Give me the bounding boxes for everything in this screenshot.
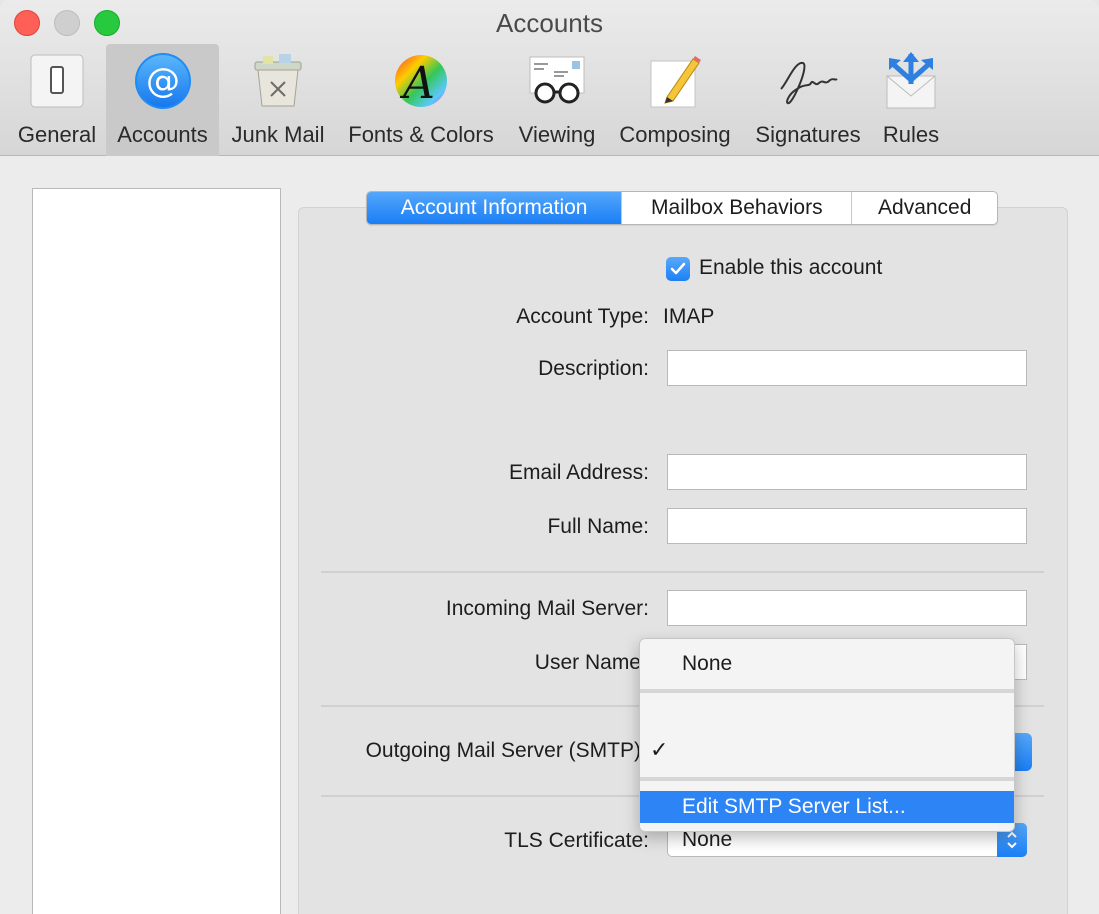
toolbar-label: Fonts & Colors xyxy=(348,122,494,147)
enable-account-checkbox[interactable] xyxy=(666,257,690,281)
toolbar-label: Junk Mail xyxy=(231,122,325,147)
tab-mailbox-behaviors[interactable]: Mailbox Behaviors xyxy=(622,192,853,224)
toolbar-item-signatures[interactable]: Signatures xyxy=(748,44,868,156)
toolbar-label: General xyxy=(17,122,97,147)
window-title: Accounts xyxy=(496,8,603,38)
user-name-label: User Name xyxy=(534,651,641,674)
toolbar-item-fonts-colors[interactable]: A Fonts & Colors xyxy=(340,44,502,156)
email-address-field[interactable] xyxy=(667,454,1027,490)
account-list[interactable] xyxy=(32,188,281,914)
tab-advanced[interactable]: Advanced xyxy=(852,192,997,224)
tls-certificate-label: TLS Certificate: xyxy=(504,829,649,852)
toolbar-label: Accounts xyxy=(117,122,208,147)
checkmark-icon xyxy=(670,262,686,275)
enable-account-label: Enable this account xyxy=(699,256,883,279)
tab-account-information[interactable]: Account Information xyxy=(367,192,623,224)
account-type-label: Account Type: xyxy=(516,305,649,328)
menu-separator xyxy=(640,689,1014,693)
toolbar-label: Signatures xyxy=(755,122,861,147)
svg-text:A: A xyxy=(399,58,435,109)
preferences-window: Accounts General @ Accounts Junk Mail A … xyxy=(0,0,1099,914)
toolbar-item-accounts[interactable]: @ Accounts xyxy=(106,44,219,156)
menu-item-none[interactable]: None xyxy=(640,648,1014,680)
menu-item-edit-smtp-list[interactable]: Edit SMTP Server List... xyxy=(640,791,1014,823)
smtp-server-menu: None ✓ Edit SMTP Server List... xyxy=(639,638,1015,832)
composing-icon xyxy=(640,50,710,112)
description-field[interactable] xyxy=(667,350,1027,386)
toolbar-item-general[interactable]: General xyxy=(14,44,100,156)
account-type-value: IMAP xyxy=(663,305,715,328)
viewing-icon xyxy=(522,50,592,112)
toolbar-item-rules[interactable]: Rules xyxy=(876,44,946,156)
toolbar-label: Rules xyxy=(882,122,940,147)
tab-bar: Account Information Mailbox Behaviors Ad… xyxy=(366,191,998,225)
incoming-server-label: Incoming Mail Server: xyxy=(445,597,649,620)
svg-text:@: @ xyxy=(146,61,180,101)
toolbar-item-composing[interactable]: Composing xyxy=(612,44,738,156)
full-name-label: Full Name: xyxy=(547,515,649,538)
outgoing-server-popup-stepper[interactable] xyxy=(1012,733,1032,771)
email-address-label: Email Address: xyxy=(508,461,649,484)
toolbar: Accounts General @ Accounts Junk Mail A … xyxy=(0,0,1099,156)
checkmark-icon: ✓ xyxy=(650,737,669,762)
outgoing-server-label: Outgoing Mail Server (SMTP) xyxy=(365,739,641,762)
toolbar-label: Viewing xyxy=(518,122,596,147)
rules-icon xyxy=(876,50,946,112)
fonts-colors-icon: A xyxy=(386,50,456,112)
toolbar-item-viewing[interactable]: Viewing xyxy=(512,44,602,156)
toolbar-item-junk-mail[interactable]: Junk Mail xyxy=(226,44,330,156)
divider xyxy=(321,571,1044,573)
general-icon xyxy=(22,50,92,112)
signatures-icon xyxy=(773,50,843,112)
toolbar-label: Composing xyxy=(619,122,731,147)
accounts-icon: @ xyxy=(128,50,198,112)
incoming-server-field[interactable] xyxy=(667,590,1027,626)
menu-item-selected-server[interactable]: ✓ xyxy=(640,734,1014,766)
menu-separator xyxy=(640,777,1014,781)
description-label: Description: xyxy=(538,357,649,380)
junk-mail-icon xyxy=(243,50,313,112)
full-name-field[interactable] xyxy=(667,508,1027,544)
